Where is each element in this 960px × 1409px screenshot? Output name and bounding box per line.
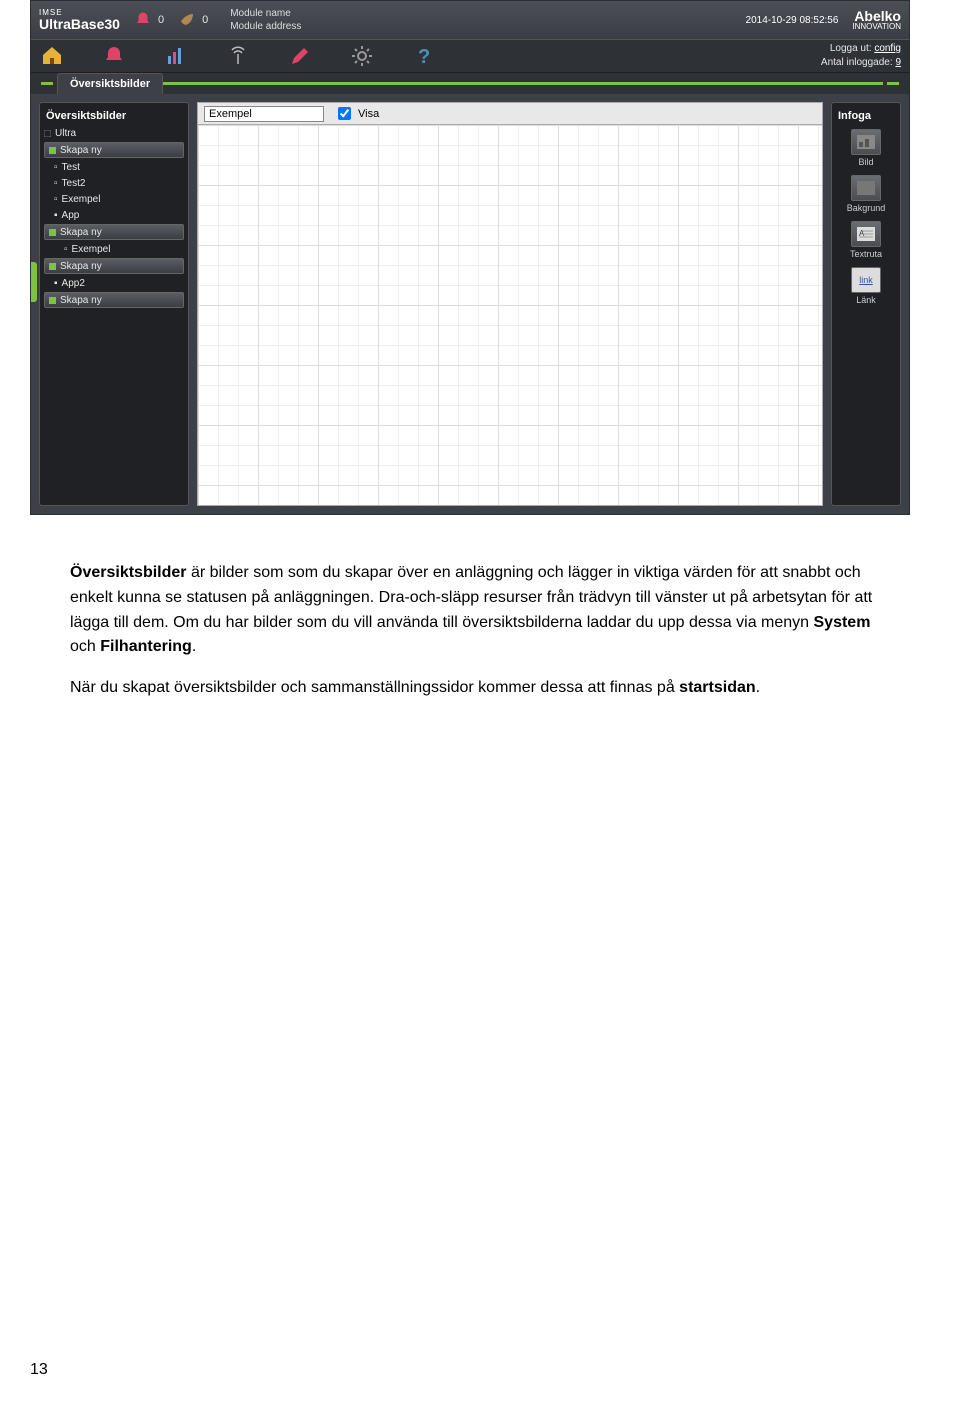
palette-heading: Infoga [836, 107, 896, 125]
app-screenshot: IMSE UltraBase30 0 0 Module name Module … [30, 0, 910, 515]
visa-checkbox[interactable] [338, 107, 351, 120]
term-filhantering: Filhantering [100, 638, 192, 655]
canvas-wrap: Visa [197, 102, 823, 506]
metric-bell: 0 [134, 11, 164, 29]
vendor-logo: Abelko INNOVATION [852, 9, 901, 31]
metric-bell-value: 0 [158, 14, 164, 26]
background-icon [857, 181, 875, 195]
account-area: Logga ut: config Antal inloggade: 9 [821, 42, 901, 70]
image-icon [857, 135, 875, 149]
timestamp: 2014-10-29 08:52:56 [746, 15, 839, 26]
palette-bakgrund[interactable]: Bakgrund [836, 171, 896, 217]
visa-label: Visa [358, 108, 379, 120]
tree-item[interactable]: ▫Test [44, 159, 184, 175]
page-number: 13 [30, 1361, 48, 1379]
term-system: System [814, 614, 871, 631]
tree-item[interactable]: ▫Exempel [44, 241, 184, 257]
tree: Ultra Skapa ny ▫Test ▫Test2 ▫Exempel ▪Ap… [44, 125, 184, 308]
nav-pen-icon[interactable] [287, 43, 313, 69]
editor-area: Översiktsbilder Ultra Skapa ny ▫Test ▫Te… [31, 94, 909, 514]
nav-gear-icon[interactable] [349, 43, 375, 69]
module-name-label: Module name [230, 7, 301, 20]
brand: IMSE UltraBase30 [39, 9, 120, 31]
nav-home-icon[interactable] [39, 43, 65, 69]
tree-panel: Översiktsbilder Ultra Skapa ny ▫Test ▫Te… [39, 102, 189, 506]
svg-text:?: ? [418, 46, 430, 68]
tree-create[interactable]: Skapa ny [44, 292, 184, 308]
term-startsidan: startsidan [679, 679, 755, 696]
nav-row: ? Logga ut: config Antal inloggade: 9 [31, 39, 909, 73]
canvas-name-input[interactable] [204, 106, 324, 122]
logged-label: Antal inloggade: [821, 57, 896, 68]
paragraph-1: Översiktsbilder är bilder som som du ska… [70, 561, 890, 660]
tree-heading: Översiktsbilder [44, 107, 184, 125]
visa-toggle[interactable]: Visa [334, 104, 379, 123]
tab-strip: Översiktsbilder [31, 73, 909, 94]
tree-create-root[interactable]: Skapa ny [44, 142, 184, 158]
metric-leaf: 0 [178, 11, 208, 29]
textbox-icon: A [857, 227, 875, 241]
brand-product: UltraBase30 [39, 17, 120, 31]
metric-leaf-value: 0 [202, 14, 208, 26]
tree-root[interactable]: Ultra [44, 125, 184, 141]
term-oversiktsbilder: Översiktsbilder [70, 564, 187, 581]
tree-create[interactable]: Skapa ny [44, 224, 184, 240]
link-icon: link [851, 267, 881, 293]
module-info: Module name Module address [230, 7, 301, 33]
palette-textruta[interactable]: A Textruta [836, 217, 896, 263]
leaf-icon [178, 11, 196, 29]
tree-folder[interactable]: ▪App2 [44, 275, 184, 291]
tree-item[interactable]: ▫Exempel [44, 191, 184, 207]
palette-panel: Infoga Bild Bakgrund A Textruta link Län… [831, 102, 901, 506]
nav-help-icon[interactable]: ? [411, 43, 437, 69]
side-handle[interactable] [31, 262, 37, 302]
logged-count[interactable]: 9 [895, 57, 901, 68]
paragraph-2: När du skapat översiktsbilder och samman… [70, 676, 890, 701]
logout-label: Logga ut: [830, 43, 874, 54]
tree-folder[interactable]: ▪App [44, 207, 184, 223]
tree-create[interactable]: Skapa ny [44, 258, 184, 274]
topbar: IMSE UltraBase30 0 0 Module name Module … [31, 1, 909, 39]
palette-lank[interactable]: link Länk [836, 263, 896, 309]
palette-bild[interactable]: Bild [836, 125, 896, 171]
tree-item[interactable]: ▫Test2 [44, 175, 184, 191]
module-address-label: Module address [230, 20, 301, 33]
vendor-sub: INNOVATION [852, 23, 901, 31]
body-text: Översiktsbilder är bilder som som du ska… [0, 515, 960, 757]
nav-bell-icon[interactable] [101, 43, 127, 69]
canvas-grid[interactable] [197, 124, 823, 506]
canvas-toolbar: Visa [197, 102, 823, 124]
tab-overview[interactable]: Översiktsbilder [57, 73, 163, 94]
nav-antenna-icon[interactable] [225, 43, 251, 69]
bell-icon [134, 11, 152, 29]
vendor-name: Abelko [854, 9, 901, 23]
nav-chart-icon[interactable] [163, 43, 189, 69]
logout-link[interactable]: config [874, 43, 901, 54]
